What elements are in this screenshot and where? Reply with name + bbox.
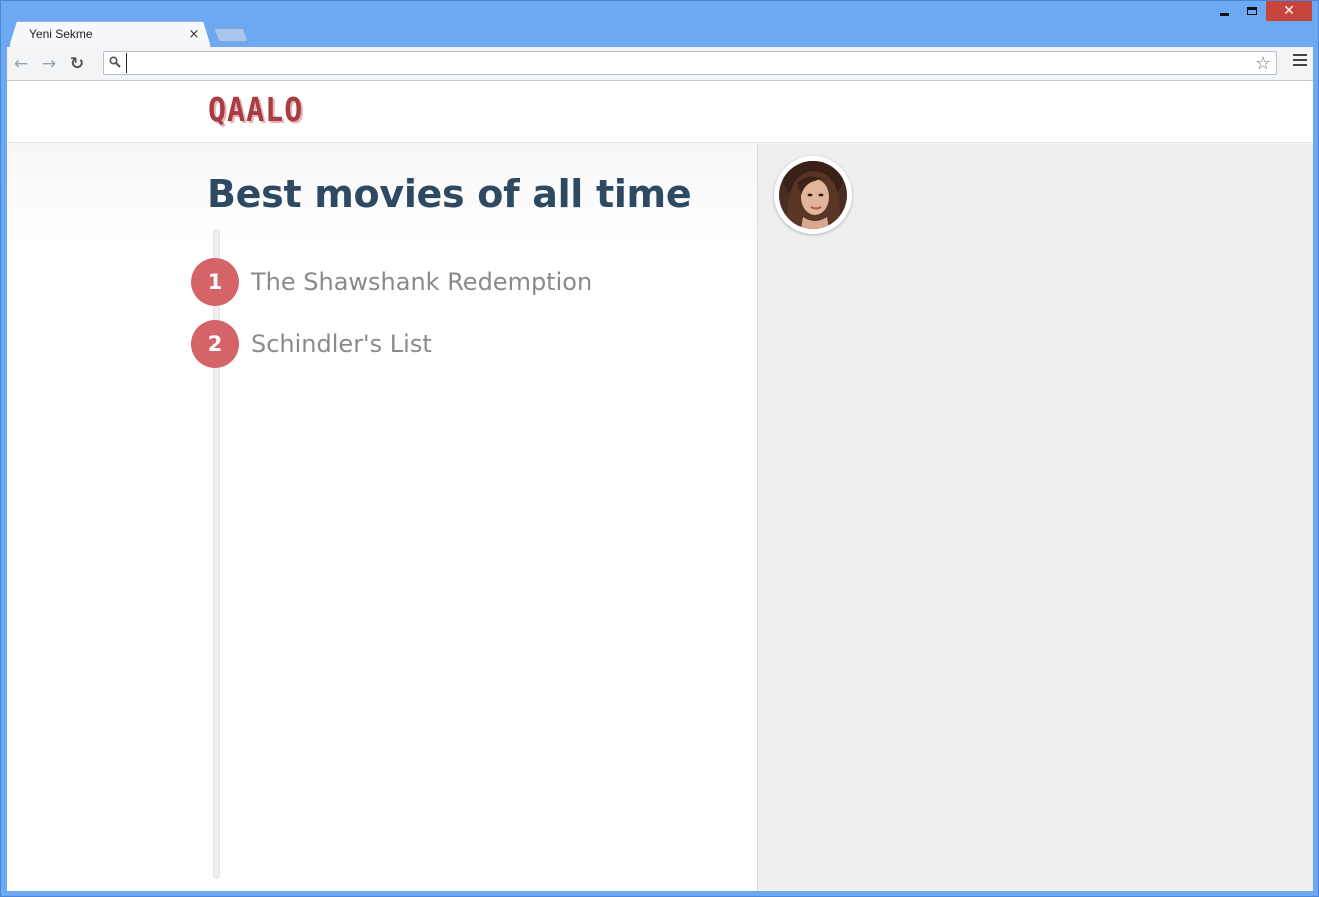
page-title: Best movies of all time [207, 172, 692, 216]
back-button[interactable]: ← [7, 50, 35, 78]
window-controls: ✕ [1210, 1, 1312, 23]
address-input[interactable] [126, 53, 1250, 73]
movie-title[interactable]: Schindler's List [251, 330, 432, 358]
site-logo[interactable]: QAALO [208, 91, 303, 130]
maximize-button[interactable] [1238, 1, 1266, 21]
menu-icon[interactable] [1293, 54, 1307, 66]
tab-strip: Yeni Sekme × [9, 21, 409, 47]
forward-button[interactable]: → [35, 50, 63, 78]
avatar[interactable] [774, 156, 852, 234]
search-icon [104, 55, 126, 71]
tab-content: Yeni Sekme × [17, 21, 207, 47]
reload-button[interactable]: ↻ [63, 50, 91, 78]
page-viewport: QAALO Best movies of all time 1 The Shaw… [7, 81, 1313, 891]
new-tab-button[interactable] [213, 28, 249, 42]
sidebar-pane [757, 144, 1313, 891]
movie-title[interactable]: The Shawshank Redemption [251, 268, 592, 296]
minimize-icon [1219, 12, 1229, 16]
avatar-image [779, 161, 847, 229]
minimize-button[interactable] [1210, 1, 1238, 21]
content-pane: Best movies of all time 1 The Shawshank … [7, 144, 757, 891]
rank-badge: 1 [191, 258, 239, 306]
bookmark-star-icon[interactable]: ☆ [1250, 53, 1276, 74]
browser-toolbar: ← → ↻ ☆ [7, 47, 1313, 81]
close-window-button[interactable]: ✕ [1266, 1, 1312, 21]
list-item[interactable]: 1 The Shawshank Redemption [191, 258, 592, 306]
rank-badge: 2 [191, 320, 239, 368]
list-item[interactable]: 2 Schindler's List [191, 320, 432, 368]
tab-title[interactable]: Yeni Sekme [29, 27, 187, 41]
address-bar[interactable]: ☆ [103, 51, 1277, 75]
tab-close-icon[interactable]: × [187, 27, 201, 42]
maximize-icon [1247, 7, 1257, 15]
browser-window: ✕ Yeni Sekme × ← → ↻ ☆ QAALO Best movies… [0, 0, 1319, 897]
site-header: QAALO [7, 81, 1313, 143]
